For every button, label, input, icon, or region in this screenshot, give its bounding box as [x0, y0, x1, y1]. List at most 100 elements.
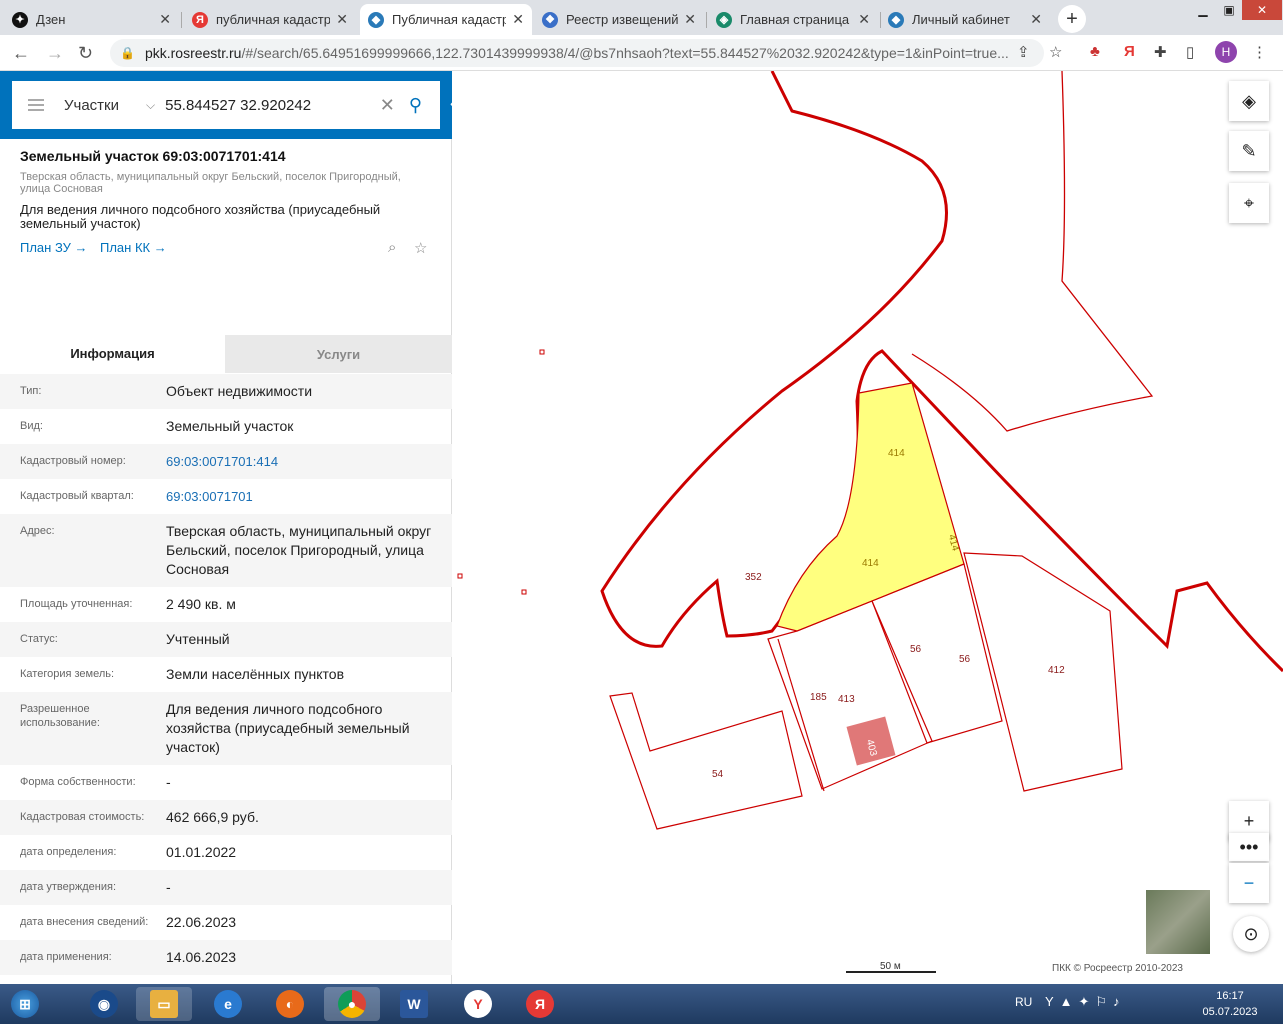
extension-icon[interactable]: ♣	[1090, 43, 1100, 60]
language-indicator[interactable]: RU	[1015, 995, 1032, 1009]
zoom-to-object-icon[interactable]: ⌕	[388, 239, 396, 256]
attribute-row: Вид: Земельный участок	[0, 409, 452, 444]
taskbar-ie[interactable]: e	[200, 987, 256, 1021]
map-label: 352	[745, 572, 762, 583]
browser-tab[interactable]: ◆ Публичная кадастро ✕	[360, 4, 532, 35]
tab-favicon-icon: ◆	[368, 11, 384, 28]
attribute-row: Статус: Учтенный	[0, 622, 452, 657]
menu-icon[interactable]: ⋮	[1252, 43, 1267, 61]
sidepanel-icon[interactable]: ▯	[1186, 43, 1194, 61]
yandex-icon[interactable]: Я	[1124, 43, 1135, 60]
favorite-star-icon[interactable]: ☆	[414, 239, 427, 257]
attribute-key: дата применения:	[20, 951, 112, 963]
tab-favicon-icon: ◆	[888, 11, 904, 28]
tab-close-icon[interactable]: ✕	[512, 11, 524, 28]
attribute-row: Форма собственности: -	[0, 765, 452, 800]
browser-tab[interactable]: ◆ Личный кабинет ✕	[880, 4, 1050, 35]
plan-kk-link[interactable]: План КК →	[100, 240, 167, 255]
attribute-row: дата применения: 14.06.2023	[0, 940, 452, 975]
url-field[interactable]: 🔒 pkk.rosreestr.ru/#/search/65.649516999…	[110, 39, 1044, 67]
locate-button[interactable]: ⌖	[1229, 183, 1269, 223]
attributes-table: Тип: Объект недвижимости Вид: Земельный уча…	[0, 374, 452, 975]
taskbar-word[interactable]: W	[386, 987, 442, 1021]
close-window-button[interactable]: ✕	[1242, 0, 1282, 20]
tray-icons[interactable]: Y▲✦⚐♪	[1045, 994, 1126, 1010]
maximize-button[interactable]: ▣	[1216, 0, 1242, 20]
browser-tab[interactable]: ✦ Дзен ✕	[4, 4, 179, 35]
attribute-value: Объект недвижимости	[166, 383, 313, 399]
back-icon[interactable]: ←	[12, 43, 30, 64]
browser-tab[interactable]: ◈ Главная страница ✕	[708, 4, 878, 35]
more-button[interactable]: •••	[1229, 833, 1269, 861]
tab-services[interactable]: Услуги	[225, 335, 452, 373]
plan-zu-link[interactable]: План ЗУ →	[20, 240, 88, 255]
attribute-key: Кадастровая стоимость:	[20, 811, 145, 823]
info-panel: Участки ⌵ 55.844527 32.920242 ✕ ⚲ ‹ Земе…	[0, 71, 466, 984]
search-input[interactable]: 55.844527 32.920242	[165, 97, 380, 114]
tab-information[interactable]: Информация	[0, 335, 225, 373]
avatar[interactable]: Н	[1215, 41, 1237, 63]
attribute-value: -	[166, 774, 171, 790]
new-tab-button[interactable]: +	[1058, 5, 1086, 33]
menu-burger-icon[interactable]	[28, 96, 44, 114]
map-view[interactable]: 414 414 414 352 56 56 412 185 413 54 403…	[452, 71, 1283, 984]
zoom-out-button[interactable]: −	[1229, 863, 1269, 903]
compass-button[interactable]: ⊙	[1233, 916, 1269, 952]
search-icon[interactable]: ⚲	[409, 95, 422, 116]
bookmark-star-icon[interactable]: ☆	[1049, 43, 1062, 61]
attribute-value[interactable]: 69:03:0071701:414	[166, 452, 442, 471]
clock[interactable]: 16:17 05.07.2023	[1195, 988, 1265, 1020]
tab-close-icon[interactable]: ✕	[159, 11, 171, 28]
taskbar-media[interactable]: ◉	[76, 987, 132, 1021]
ruler-button[interactable]: ✎	[1229, 131, 1269, 171]
parcel-usage: Для ведения личного подсобного хозяйства…	[20, 202, 381, 231]
browser-tab[interactable]: Япубличная кадастро ✕	[184, 4, 356, 35]
puzzle-icon[interactable]: ✚	[1154, 43, 1167, 61]
tab-close-icon[interactable]: ✕	[1030, 11, 1042, 28]
attribute-row: Кадастровый номер: 69:03:0071701:414	[0, 444, 452, 479]
attribute-value: Тверская область, муниципальный округ Бе…	[166, 523, 432, 577]
taskbar-yandex[interactable]: Я	[512, 987, 568, 1021]
attribute-row: Площадь уточненная: 2 490 кв. м	[0, 587, 452, 622]
browser-tab[interactable]: ❖ Реестр извещений ✕	[534, 4, 704, 35]
attribute-value: 01.01.2022	[166, 844, 237, 860]
tab-title: Главная страница	[740, 12, 850, 27]
attribute-row: Тип: Объект недвижимости	[0, 374, 452, 409]
taskbar-chrome[interactable]: ●	[324, 987, 380, 1021]
attribute-value: 2 490 кв. м	[166, 596, 236, 612]
info-tabs: Информация Услуги	[0, 335, 452, 373]
taskbar-yandex-browser[interactable]: Y	[450, 987, 506, 1021]
attribute-key: Статус:	[20, 633, 58, 645]
attribute-row: дата внесения сведений: 22.06.2023	[0, 905, 452, 940]
chevron-down-icon[interactable]: ⌵	[146, 98, 155, 113]
attribute-value: 22.06.2023	[166, 914, 237, 930]
clock-date: 05.07.2023	[1202, 1006, 1258, 1018]
browser-tab-bar: ✦ Дзен ✕ Япубличная кадастро ✕ ◆ Публичная кад…	[0, 0, 1283, 35]
taskbar-firefox[interactable]: ◐	[262, 987, 318, 1021]
taskbar-explorer[interactable]: ▭	[136, 987, 192, 1021]
parcel-title: Земельный участок 69:03:0071701:414	[20, 148, 286, 164]
tab-close-icon[interactable]: ✕	[336, 11, 348, 28]
minimize-button[interactable]: ▁	[1190, 0, 1216, 20]
reload-icon[interactable]: ↻	[78, 43, 93, 64]
cadastral-map[interactable]: 414 414 414 352 56 56 412 185 413 54 403…	[452, 71, 1283, 984]
forward-icon[interactable]: →	[46, 43, 64, 64]
attribute-value[interactable]: 69:03:0071701	[166, 487, 442, 506]
attribute-value: Учтенный	[166, 631, 230, 647]
satellite-thumbnail[interactable]	[1146, 890, 1210, 954]
layers-button[interactable]: ◈	[1229, 81, 1269, 121]
tab-close-icon[interactable]: ✕	[684, 11, 696, 28]
attribute-key: Адрес:	[20, 525, 55, 537]
windows-taskbar: ⊞ ◉ ▭ e ◐ ● W Y Я RU Y▲✦⚐♪ 16:17 05.07.20…	[0, 984, 1283, 1024]
attribute-row: Кадастровый квартал: 69:03:0071701	[0, 479, 452, 514]
search-type-select[interactable]: Участки	[64, 97, 126, 114]
map-label: 414	[862, 558, 879, 569]
attribute-key: Тип:	[20, 385, 42, 397]
tab-close-icon[interactable]: ✕	[858, 11, 870, 28]
clear-icon[interactable]: ✕	[380, 95, 395, 116]
share-icon[interactable]: ⇪	[1017, 43, 1030, 61]
parcel-address: Тверская область, муниципальный округ Бе…	[20, 171, 401, 195]
tab-title: Публичная кадастро	[392, 12, 507, 27]
start-button[interactable]: ⊞	[2, 987, 48, 1021]
attribute-value: Для ведения личного подсобного хозяйства…	[166, 701, 410, 755]
